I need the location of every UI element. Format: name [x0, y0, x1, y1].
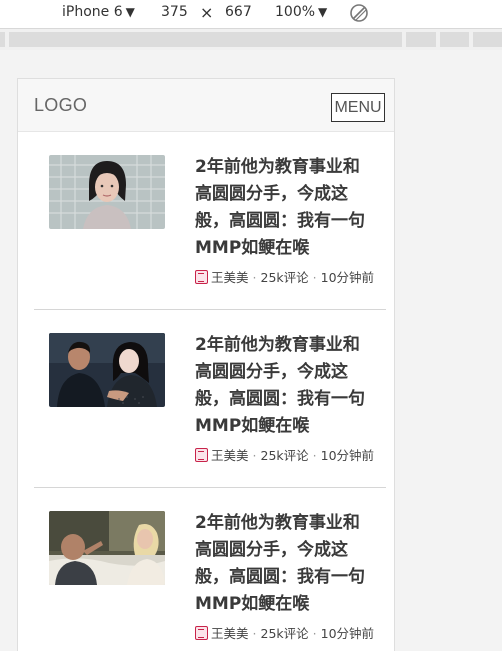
meta-separator: ·	[312, 448, 317, 463]
article-thumbnail[interactable]	[49, 155, 165, 229]
article-thumbnail[interactable]	[49, 333, 165, 407]
article-meta: 王美美 · 25k评论 · 10分钟前	[195, 446, 375, 466]
news-list: 2年前他为教育事业和高圆圆分手，今成这般，高圆圆：我有一句MMP如鲠在喉 王美美…	[34, 132, 386, 651]
article-title[interactable]: 2年前他为教育事业和高圆圆分手，今成这般，高圆圆：我有一句MMP如鲠在喉	[195, 332, 375, 440]
author-avatar-icon	[195, 448, 208, 462]
dimension-separator: ×	[200, 3, 214, 22]
author-name[interactable]: 王美美	[211, 448, 249, 463]
menu-button[interactable]: MENU	[331, 93, 385, 122]
couple-photo	[49, 333, 165, 407]
devtools-device-toolbar: iPhone 6 ▼ 375 × 667 100% ▼	[0, 0, 502, 29]
meta-separator: ·	[252, 270, 257, 285]
author-name[interactable]: 王美美	[211, 626, 249, 641]
media-query-ruler	[0, 29, 502, 50]
article-meta: 王美美 · 25k评论 · 10分钟前	[195, 624, 375, 644]
article-meta: 王美美 · 25k评论 · 10分钟前	[195, 268, 375, 288]
publish-time: 10分钟前	[320, 270, 375, 285]
comment-count: 25k评论	[260, 626, 309, 641]
zoom-level: 100%	[275, 4, 316, 20]
device-select[interactable]: iPhone 6 ▼	[62, 4, 135, 20]
ruler-segment[interactable]	[473, 32, 502, 47]
zoom-select[interactable]: 100% ▼	[275, 4, 327, 20]
article-title[interactable]: 2年前他为教育事业和高圆圆分手，今成这般，高圆圆：我有一句MMP如鲠在喉	[195, 510, 375, 618]
news-item[interactable]: 2年前他为教育事业和高圆圆分手，今成这般，高圆圆：我有一句MMP如鲠在喉 王美美…	[34, 488, 386, 651]
publish-time: 10分钟前	[320, 626, 375, 641]
ruler-segment[interactable]	[406, 32, 436, 47]
comment-count: 25k评论	[260, 448, 309, 463]
meta-separator: ·	[312, 270, 317, 285]
device-viewport: LOGO MENU 2年前他为教育事业和高圆圆分手，今成这般，高圆圆：我有一句M…	[17, 78, 395, 651]
news-item[interactable]: 2年前他为教育事业和高圆圆分手，今成这般，高圆圆：我有一句MMP如鲠在喉 王美美…	[34, 310, 386, 488]
author-name[interactable]: 王美美	[211, 270, 249, 285]
logo[interactable]: LOGO	[34, 95, 87, 116]
author-avatar-icon	[195, 270, 208, 284]
ruler-segment[interactable]	[0, 32, 5, 47]
site-header: LOGO MENU	[18, 79, 394, 132]
meta-separator: ·	[252, 626, 257, 641]
chevron-down-icon: ▼	[125, 5, 135, 19]
meta-separator: ·	[312, 626, 317, 641]
ruler-segment[interactable]	[440, 32, 469, 47]
ruler-segment[interactable]	[9, 32, 402, 47]
article-thumbnail[interactable]	[49, 511, 165, 585]
device-name: iPhone 6	[62, 4, 123, 20]
portrait-photo	[49, 155, 165, 229]
meta-separator: ·	[252, 448, 257, 463]
publish-time: 10分钟前	[320, 448, 375, 463]
bedroom-photo	[49, 511, 165, 585]
viewport-width-field[interactable]: 375	[161, 4, 188, 20]
chevron-down-icon: ▼	[318, 5, 328, 19]
comment-count: 25k评论	[260, 270, 309, 285]
author-avatar-icon	[195, 626, 208, 640]
viewport-height-field[interactable]: 667	[225, 4, 252, 20]
article-title[interactable]: 2年前他为教育事业和高圆圆分手，今成这般，高圆圆：我有一句MMP如鲠在喉	[195, 154, 375, 262]
rotate-icon[interactable]	[348, 2, 370, 24]
news-item[interactable]: 2年前他为教育事业和高圆圆分手，今成这般，高圆圆：我有一句MMP如鲠在喉 王美美…	[34, 132, 386, 310]
